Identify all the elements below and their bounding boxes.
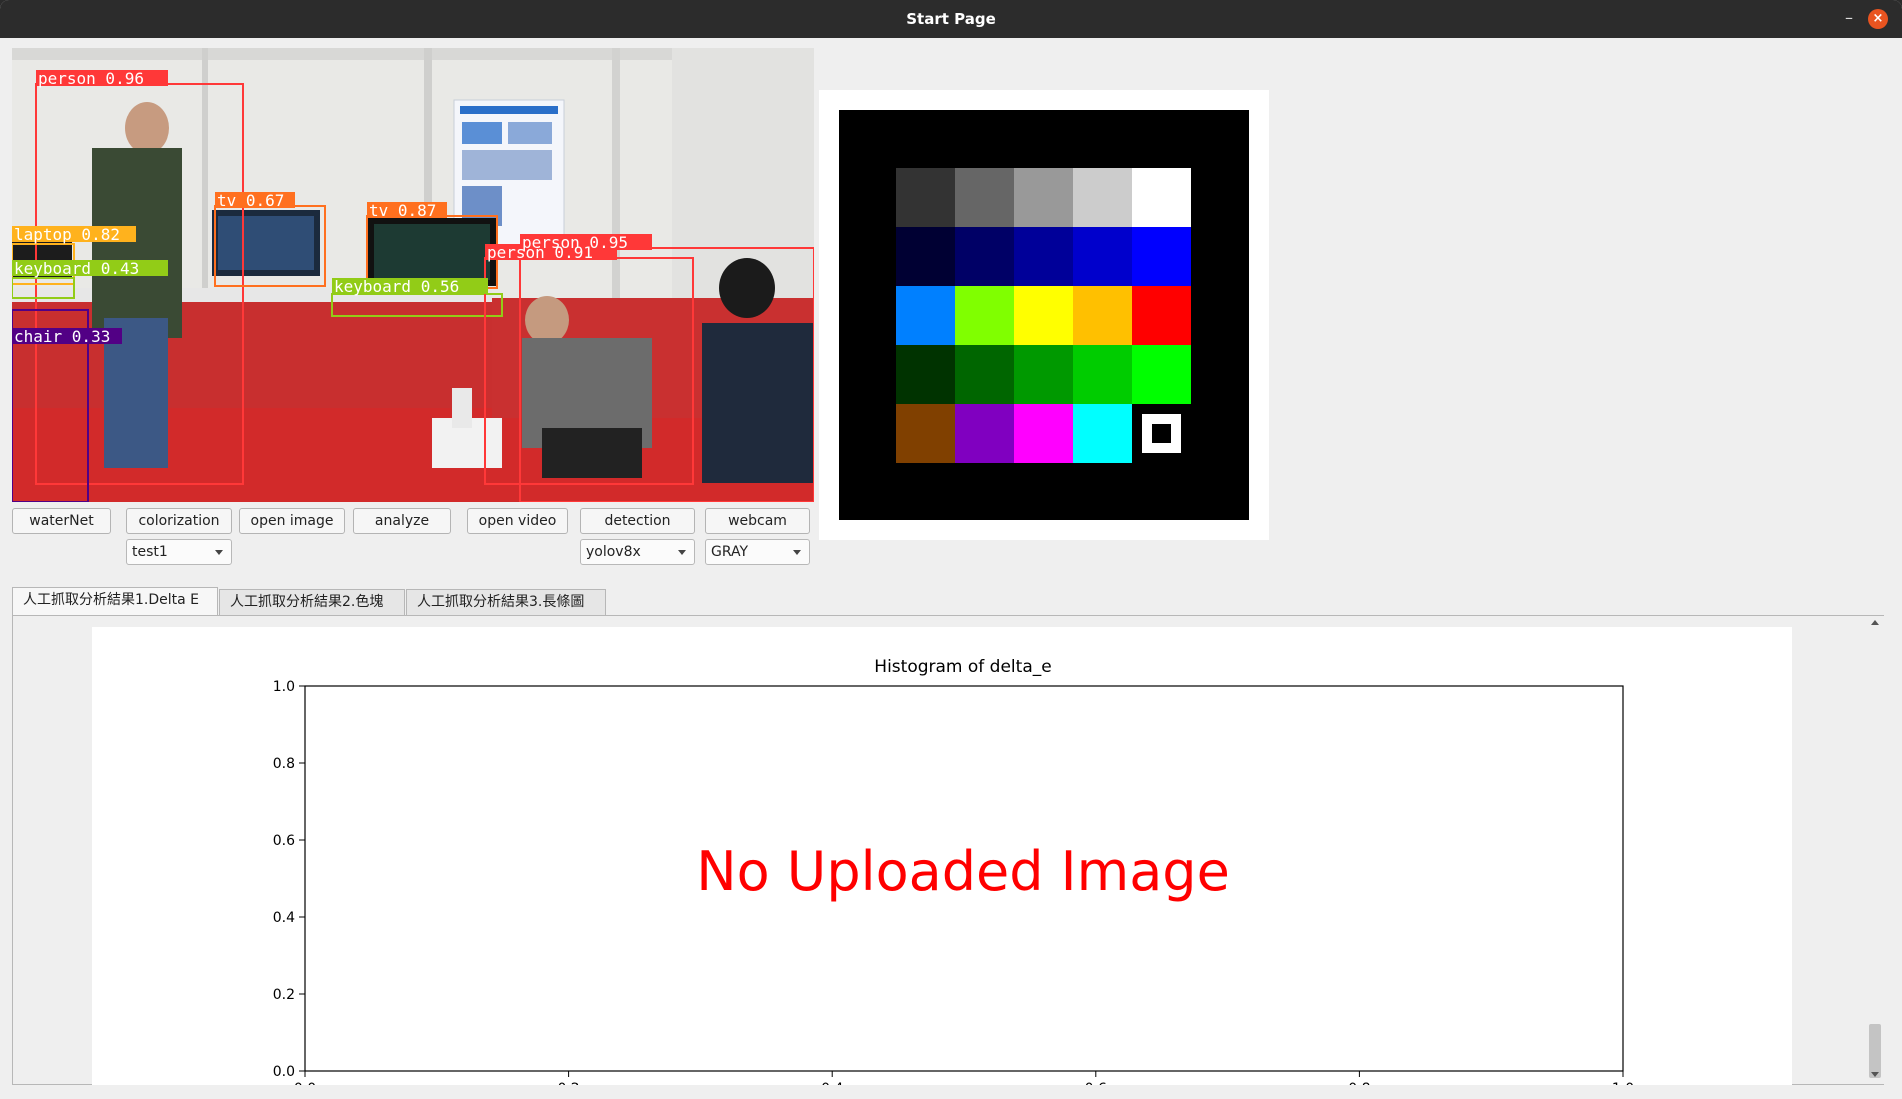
x-tick-label: 0.0 <box>294 1081 316 1085</box>
close-icon[interactable]: × <box>1868 9 1888 29</box>
det-label-chair: chair 0.33 <box>14 327 110 346</box>
checker-cell <box>896 345 955 404</box>
y-tick-label: 0.6 <box>273 833 295 849</box>
open-image-button[interactable]: open image <box>239 508 345 534</box>
app-window: Start Page – × person 0.96 tv 0.67 tv 0.… <box>0 0 1902 1099</box>
chevron-down-icon <box>793 550 801 555</box>
y-tick-label: 0.0 <box>273 1064 295 1080</box>
open-video-button[interactable]: open video <box>467 508 568 534</box>
x-tick-label: 0.2 <box>557 1081 579 1085</box>
webcam-mode-select[interactable]: GRAY <box>705 539 810 565</box>
window-title: Start Page <box>906 10 996 28</box>
analyze-button[interactable]: analyze <box>353 508 451 534</box>
histogram-figure: Histogram of delta_e 0.0 0.2 0.4 0.6 0.8 1.0 … <box>92 627 1792 1085</box>
det-label-person-1: person 0.96 <box>38 69 144 88</box>
checker-cell <box>1132 168 1191 227</box>
tab-bar-chart[interactable]: 人工抓取分析結果3.長條圖 <box>406 589 606 615</box>
scroll-down-icon[interactable] <box>1871 1072 1879 1077</box>
checker-cell <box>1073 286 1132 345</box>
checker-target-inner <box>1152 424 1171 443</box>
checker-cell <box>1073 168 1132 227</box>
waternet-button[interactable]: waterNet <box>12 508 111 534</box>
checker-cell <box>1132 345 1191 404</box>
y-tick-label: 0.4 <box>273 910 295 926</box>
color-checker-card <box>839 110 1249 520</box>
x-tick-label: 1.0 <box>1612 1081 1634 1085</box>
det-label-keyboard-2: keyboard 0.56 <box>334 277 459 296</box>
checker-cell <box>1014 404 1073 463</box>
checker-cell <box>1014 168 1073 227</box>
webcam-button[interactable]: webcam <box>705 508 810 534</box>
det-label-tv-1: tv 0.67 <box>217 191 284 210</box>
checker-cell <box>1014 227 1073 286</box>
tab-delta-e[interactable]: 人工抓取分析結果1.Delta E <box>12 587 218 616</box>
x-tick-label: 0.6 <box>1085 1081 1107 1085</box>
chevron-down-icon <box>678 550 686 555</box>
checker-cell <box>896 227 955 286</box>
webcam-mode-value: GRAY <box>711 544 749 560</box>
colorization-model-value: test1 <box>132 544 168 560</box>
vertical-scrollbar[interactable] <box>1866 616 1884 1084</box>
detection-model-select[interactable]: yolov8x <box>580 539 695 565</box>
colorization-model-select[interactable]: test1 <box>126 539 232 565</box>
scroll-thumb[interactable] <box>1869 1024 1881 1078</box>
x-tick-label: 0.4 <box>821 1081 843 1085</box>
chart-title: Histogram of delta_e <box>874 657 1051 677</box>
scroll-up-icon[interactable] <box>1871 620 1879 625</box>
checker-cell <box>896 168 955 227</box>
colorization-button[interactable]: colorization <box>126 508 232 534</box>
checker-cell <box>1073 227 1132 286</box>
detection-model-value: yolov8x <box>586 544 641 560</box>
y-tick-label: 1.0 <box>273 679 295 695</box>
checker-cell <box>955 168 1014 227</box>
minimize-icon[interactable]: – <box>1838 8 1860 30</box>
det-label-laptop: laptop 0.82 <box>14 225 120 244</box>
title-bar: Start Page – × <box>0 0 1902 38</box>
det-label-person-3: person 0.91 <box>487 243 593 262</box>
checker-cell <box>955 404 1014 463</box>
checker-cell <box>1073 404 1132 463</box>
histogram-chart: Histogram of delta_e 0.00.20.40.60.81.0 … <box>273 657 1634 1085</box>
x-tick-label: 0.8 <box>1348 1081 1370 1085</box>
checker-cell <box>896 404 955 463</box>
checker-cell <box>955 227 1014 286</box>
detection-scene: person 0.96 tv 0.67 tv 0.87 laptop 0.82 … <box>12 48 814 502</box>
no-image-annotation: No Uploaded Image <box>696 840 1230 903</box>
tab-color-patches[interactable]: 人工抓取分析結果2.色塊 <box>219 589 405 615</box>
chevron-down-icon <box>215 550 223 555</box>
checker-cell <box>1014 286 1073 345</box>
y-tick-label: 0.8 <box>273 756 295 772</box>
color-checker-panel <box>819 90 1269 540</box>
checker-cell <box>1014 345 1073 404</box>
checker-cell <box>1073 345 1132 404</box>
checker-cell <box>1132 286 1191 345</box>
y-tick-label: 0.2 <box>273 987 295 1003</box>
checker-cell <box>955 345 1014 404</box>
det-label-keyboard-1: keyboard 0.43 <box>14 259 139 278</box>
detection-button[interactable]: detection <box>580 508 695 534</box>
detection-result-image: person 0.96 tv 0.67 tv 0.87 laptop 0.82 … <box>12 48 814 502</box>
checker-cell <box>955 286 1014 345</box>
det-label-tv-2: tv 0.87 <box>369 201 436 220</box>
checker-cell <box>896 286 955 345</box>
checker-cell <box>1132 227 1191 286</box>
